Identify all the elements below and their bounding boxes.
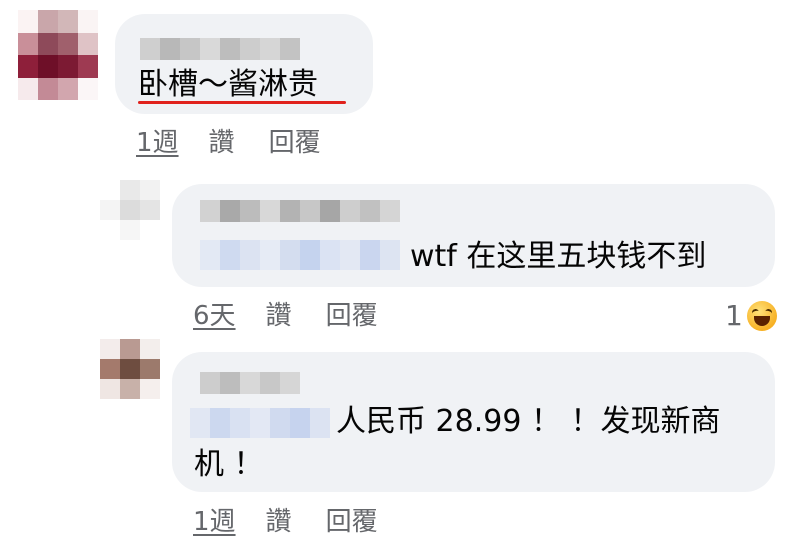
- comment-actions: 1週 讚 回覆: [193, 505, 378, 539]
- reaction-summary[interactable]: 1: [725, 299, 777, 332]
- comment-text-line-2: 机 ！: [194, 447, 264, 482]
- blurred-text: [190, 408, 330, 438]
- reaction-count: 1: [725, 299, 743, 332]
- comment-actions: 6天 讚 回覆: [193, 299, 378, 333]
- avatar[interactable]: [100, 339, 160, 399]
- avatar[interactable]: [100, 180, 160, 240]
- timestamp-link[interactable]: 1週: [193, 505, 236, 539]
- reply-button[interactable]: 回覆: [269, 126, 321, 160]
- comment-text-line-1: 人民币 28.99 ！ ！发现新商: [336, 404, 721, 439]
- comment-text: 卧槽～酱淋贵: [138, 67, 318, 102]
- haha-emoji-icon: [746, 300, 777, 331]
- blurred-text: [200, 240, 400, 270]
- comment-text: wtf 在这里五块钱不到: [410, 239, 707, 274]
- commenter-name[interactable]: [140, 38, 300, 60]
- timestamp-link[interactable]: 6天: [193, 299, 236, 333]
- avatar[interactable]: [18, 10, 98, 100]
- commenter-name[interactable]: [200, 372, 300, 394]
- like-button[interactable]: 讚: [266, 299, 292, 333]
- reply-button[interactable]: 回覆: [326, 299, 378, 333]
- spelling-underline: [138, 101, 346, 104]
- reply-button[interactable]: 回覆: [326, 505, 378, 539]
- comment-actions: 1週 讚 回覆: [136, 126, 321, 160]
- commenter-name[interactable]: [200, 200, 400, 222]
- like-button[interactable]: 讚: [266, 505, 292, 539]
- timestamp-link[interactable]: 1週: [136, 126, 179, 160]
- like-button[interactable]: 讚: [209, 126, 235, 160]
